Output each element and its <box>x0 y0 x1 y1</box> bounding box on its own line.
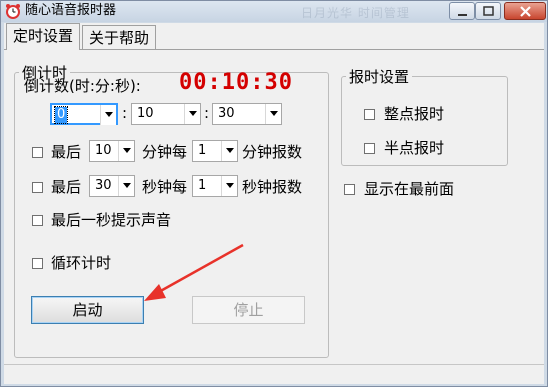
app-window: 随心语音报时器 日月光华 时间管理 定时设置 关于帮助 倒计时 倒计数(时:分:… <box>0 0 548 387</box>
annotation-arrow-icon <box>144 243 244 301</box>
tab-timer-settings[interactable]: 定时设置 <box>6 23 81 50</box>
